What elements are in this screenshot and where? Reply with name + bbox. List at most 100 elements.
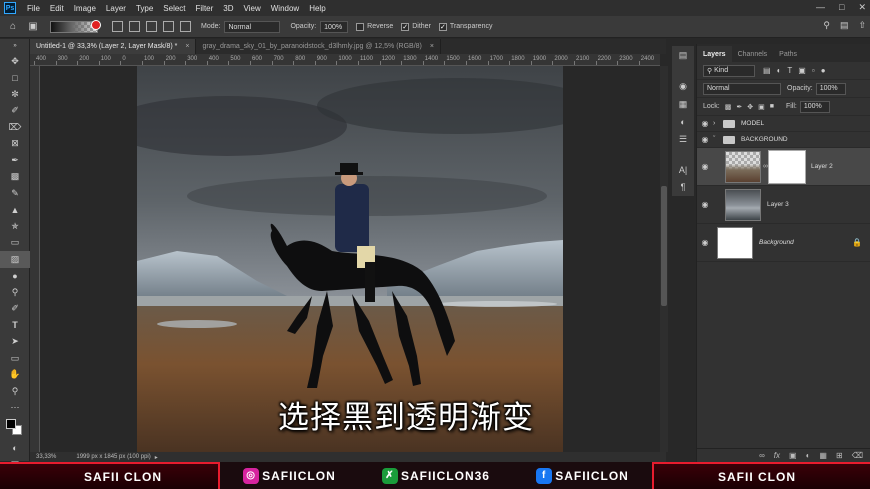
layer-group-background[interactable]: ◉ ˇ BACKGROUND [697, 132, 870, 148]
type-tool-icon[interactable]: T [0, 317, 30, 334]
menu-type[interactable]: Type [131, 4, 158, 13]
fill-input[interactable]: 100% [799, 100, 830, 113]
close-tab-icon[interactable]: × [430, 43, 434, 50]
eraser-tool-icon[interactable]: ▭ [0, 235, 30, 252]
eyedropper-tool-icon[interactable]: ✒ [0, 152, 30, 169]
zoom-tool-icon[interactable]: ⚲ [0, 383, 30, 400]
delete-layer-icon[interactable]: ⌫ [852, 451, 863, 460]
menu-image[interactable]: Image [69, 4, 101, 13]
color-panel-icon[interactable]: ◉ [679, 81, 687, 92]
visibility-eye-icon[interactable]: ◉ [697, 135, 713, 144]
zoom-level[interactable]: 33,33% [36, 454, 56, 460]
lock-artboard-icon[interactable]: ▣ [758, 103, 765, 111]
menu-help[interactable]: Help [304, 4, 330, 13]
chevron-right-icon[interactable]: › [713, 120, 723, 127]
blur-tool-icon[interactable]: ● [0, 268, 30, 285]
menu-view[interactable]: View [239, 4, 266, 13]
transparency-checkbox-box[interactable]: ✓ [438, 22, 447, 31]
layer-group-model[interactable]: ◉ › MODEL [697, 116, 870, 132]
pixel-filter-icon[interactable]: ▤ [763, 66, 771, 75]
maximize-icon[interactable]: □ [839, 2, 844, 13]
lock-all-icon[interactable]: ■ [770, 103, 774, 110]
visibility-eye-icon[interactable]: ◉ [697, 119, 713, 128]
adjustment-filter-icon[interactable]: ◐ [777, 66, 782, 75]
foreground-color-swatch[interactable] [6, 419, 16, 429]
frame-tool-icon[interactable]: ⊠ [0, 136, 30, 153]
character-panel-icon[interactable]: A| [679, 165, 687, 175]
blend-mode-select[interactable]: Normal [703, 82, 781, 95]
instagram-link[interactable]: ◎ SAFIICLON [243, 467, 336, 484]
quick-select-tool-icon[interactable]: ✐ [0, 103, 30, 120]
home-icon[interactable]: ⌂ [6, 20, 20, 34]
layer-thumbnail[interactable] [717, 226, 753, 259]
lock-image-icon[interactable]: ✒ [736, 103, 742, 111]
linear-gradient-button[interactable] [112, 21, 123, 32]
move-tool-icon[interactable]: ✥ [0, 53, 30, 70]
lock-position-icon[interactable]: ✥ [747, 103, 753, 111]
pen-tool-icon[interactable]: ✐ [0, 301, 30, 318]
close-tab-icon[interactable]: × [185, 43, 189, 50]
clone-stamp-tool-icon[interactable]: ▲ [0, 202, 30, 219]
add-mask-icon[interactable]: ▣ [789, 451, 797, 460]
tab-untitled-1[interactable]: Untitled-1 @ 33,3% (Layer 2, Layer Mask/… [30, 39, 197, 54]
layer-row-layer-3[interactable]: ◉ Layer 3 [697, 186, 870, 224]
history-brush-tool-icon[interactable]: ✯ [0, 218, 30, 235]
gradient-tool-icon[interactable]: ▨ [0, 251, 30, 268]
status-arrow-icon[interactable]: ▸ [155, 454, 158, 461]
swatches-panel-icon[interactable]: ▦ [679, 99, 688, 110]
marquee-tool-icon[interactable]: □ [0, 70, 30, 87]
menu-file[interactable]: File [22, 4, 45, 13]
filter-toggle-icon[interactable]: ● [821, 66, 826, 75]
lasso-tool-icon[interactable]: ✼ [0, 86, 30, 103]
quick-mask-icon[interactable]: ◐ [0, 440, 30, 457]
brush-tool-icon[interactable]: ✎ [0, 185, 30, 202]
rectangle-tool-icon[interactable]: ▭ [0, 350, 30, 367]
chevron-down-icon[interactable]: ˇ [713, 136, 723, 143]
menu-3d[interactable]: 3D [218, 4, 238, 13]
mask-link-icon[interactable]: ∞ [763, 163, 768, 170]
tab-channels[interactable]: Channels [732, 46, 774, 62]
vertical-scrollbar[interactable] [660, 66, 668, 452]
lock-pixels-icon[interactable]: ▩ [725, 103, 732, 111]
facebook-link[interactable]: f SAFIICLON [536, 467, 629, 484]
crop-tool-icon[interactable]: ⌦ [0, 119, 30, 136]
menu-edit[interactable]: Edit [45, 4, 69, 13]
diamond-gradient-button[interactable] [180, 21, 191, 32]
radial-gradient-button[interactable] [129, 21, 140, 32]
menu-filter[interactable]: Filter [191, 4, 219, 13]
properties-panel-icon[interactable]: ☰ [679, 134, 687, 145]
dither-checkbox-box[interactable]: ✓ [401, 22, 410, 31]
menu-window[interactable]: Window [266, 4, 304, 13]
mode-select[interactable]: Normal [224, 20, 281, 33]
search-icon[interactable]: ⚲ [823, 20, 830, 31]
menu-select[interactable]: Select [158, 4, 190, 13]
layer-opacity-input[interactable]: 100% [815, 82, 846, 95]
tools-collapse-icon[interactable]: » [0, 39, 30, 53]
adjustment-layer-icon[interactable]: ◐ [806, 451, 811, 460]
color-swatches[interactable] [0, 416, 30, 440]
new-layer-icon[interactable]: ⊞ [836, 451, 843, 460]
tab-gray-drama-sky[interactable]: gray_drama_sky_01_by_paranoidstock_d3lhm… [196, 39, 441, 54]
tab-layers[interactable]: Layers [697, 46, 732, 62]
more-tools-icon[interactable]: ⋯ [0, 400, 30, 417]
menu-layer[interactable]: Layer [101, 4, 131, 13]
paragraph-panel-icon[interactable]: ¶ [681, 182, 686, 192]
transparency-checkbox[interactable]: ✓ Transparency [438, 22, 492, 31]
tab-paths[interactable]: Paths [773, 46, 803, 62]
history-panel-icon[interactable]: ▤ [679, 50, 688, 61]
twitter-link[interactable]: ✗ SAFIICLON36 [381, 467, 490, 484]
link-layers-icon[interactable]: ∞ [759, 451, 765, 460]
dodge-tool-icon[interactable]: ⚲ [0, 284, 30, 301]
visibility-eye-icon[interactable]: ◉ [697, 200, 713, 209]
path-selection-tool-icon[interactable]: ➤ [0, 334, 30, 351]
visibility-eye-icon[interactable]: ◉ [697, 238, 713, 247]
opacity-input[interactable]: 100% [320, 20, 349, 33]
angle-gradient-button[interactable] [146, 21, 157, 32]
layer-row-background[interactable]: ◉ Background 🔒 [697, 224, 870, 262]
close-icon[interactable]: ✕ [858, 2, 866, 13]
layer-mask-thumbnail[interactable] [768, 149, 806, 184]
reverse-checkbox-box[interactable] [356, 22, 365, 31]
layer-row-layer-2[interactable]: ◉ ∞ Layer 2 [697, 148, 870, 186]
layer-thumbnail[interactable] [725, 188, 761, 221]
smart-object-filter-icon[interactable]: ▫ [812, 66, 815, 75]
